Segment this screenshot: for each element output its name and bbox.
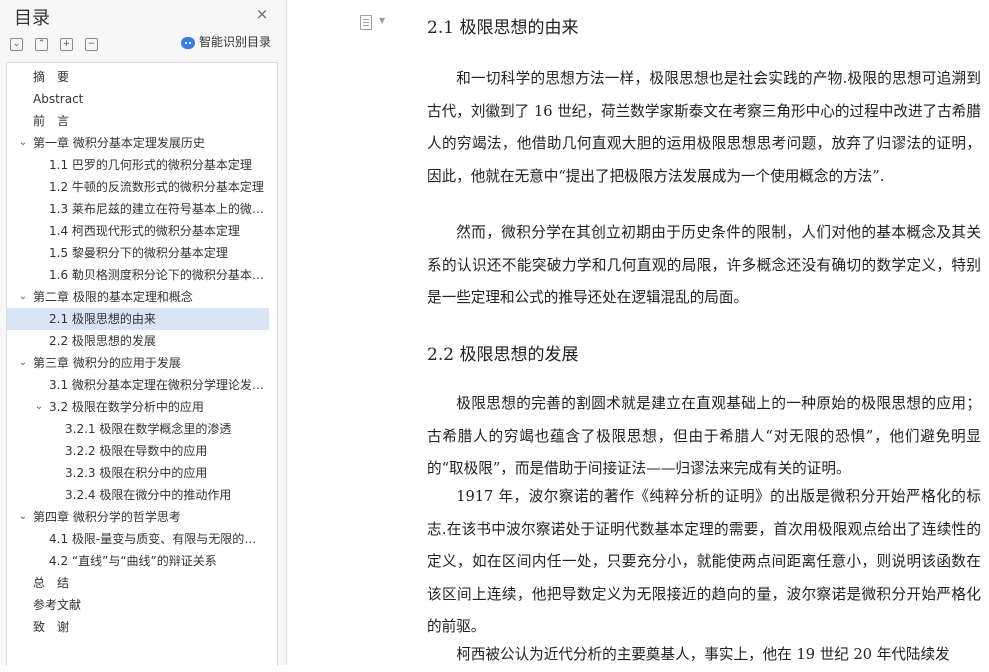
toc-toolbar: ⌄ ⌃ + − xyxy=(10,34,110,51)
toc-item-label: 1.4 柯西现代形式的微积分基本定理 xyxy=(49,224,240,238)
ai-robot-icon xyxy=(181,36,195,49)
toc-item[interactable]: Abstract xyxy=(7,88,269,110)
toc-item[interactable]: 1.6 勒贝格测度积分论下的微积分基本定理 xyxy=(7,264,269,286)
close-icon[interactable]: × xyxy=(254,6,270,22)
toc-item[interactable]: 1.1 巴罗的几何形式的微积分基本定理 xyxy=(7,154,269,176)
section-heading-2-1: 2.1 极限思想的由来 xyxy=(427,18,579,38)
chevron-down-icon[interactable]: ⌄ xyxy=(17,352,29,374)
toc-item-label: 前 言 xyxy=(33,114,70,128)
toc-item[interactable]: 摘 要 xyxy=(7,66,269,88)
toc-item[interactable]: 2.1 极限思想的由来 xyxy=(7,308,269,330)
toc-item-label: 2.1 极限思想的由来 xyxy=(49,312,156,326)
document-page: ▼ 2.1 极限思想的由来 和一切科学的思想方法一样，极限思想也是社会实践的产物… xyxy=(287,0,989,665)
toc-item-label: 1.5 黎曼积分下的微积分基本定理 xyxy=(49,246,228,260)
toc-item-label: 第四章 微积分学的哲学思考 xyxy=(33,510,181,524)
toc-item-label: Abstract xyxy=(33,92,84,106)
toc-item-label: 3.2.4 极限在微分中的推动作用 xyxy=(65,488,232,502)
section-heading-2-2: 2.2 极限思想的发展 xyxy=(427,345,579,365)
toc-item[interactable]: 3.2.3 极限在积分中的应用 xyxy=(7,462,269,484)
toc-item[interactable]: 致 谢 xyxy=(7,616,269,638)
chevron-down-icon[interactable]: ⌄ xyxy=(17,132,29,154)
toc-item-label: 4.1 极限-量变与质变、有限与无限的辩证统一 xyxy=(49,532,265,546)
toc-item-label: 2.2 极限思想的发展 xyxy=(49,334,156,348)
toc-pane: 目录 × ⌄ ⌃ + − 智能识别目录 摘 要 Abstract 前 言 ⌄ 第一章 微积分基… xyxy=(0,0,287,666)
toc-item[interactable]: ⌄ 第四章 微积分学的哲学思考 xyxy=(7,506,269,528)
chevron-down-icon[interactable]: ⌄ xyxy=(33,396,45,418)
toc-item[interactable]: ⌄ 第二章 极限的基本定理和概念 xyxy=(7,286,269,308)
toc-item-label: 1.1 巴罗的几何形式的微积分基本定理 xyxy=(49,158,252,172)
toc-item[interactable]: 4.2 “直线”与“曲线”的辩证关系 xyxy=(7,550,269,572)
toc-item[interactable]: 1.5 黎曼积分下的微积分基本定理 xyxy=(7,242,269,264)
toc-item[interactable]: 参考文献 xyxy=(7,594,269,616)
toc-item-label: 致 谢 xyxy=(33,620,70,634)
toc-item[interactable]: 4.1 极限-量变与质变、有限与无限的辩证统一 xyxy=(7,528,269,550)
chevron-down-icon[interactable]: ⌄ xyxy=(17,286,29,308)
toc-item[interactable]: 总 结 xyxy=(7,572,269,594)
toc-item-label: 3.1 微积分基本定理在微积分学理论发展中的应用 xyxy=(49,378,265,392)
toc-item[interactable]: ⌄ 第三章 微积分的应用于发展 xyxy=(7,352,269,374)
toc-item[interactable]: ⌄ 第一章 微积分基本定理发展历史 xyxy=(7,132,269,154)
toc-item-label: 3.2.1 极限在数学概念里的渗透 xyxy=(65,422,232,436)
toc-list: 摘 要 Abstract 前 言 ⌄ 第一章 微积分基本定理发展历史 1.1 巴罗的几何形… xyxy=(6,62,278,666)
toc-item[interactable]: 1.3 莱布尼兹的建立在符号基本上的微积分基本定理 xyxy=(7,198,269,220)
chevron-down-icon[interactable]: ▼ xyxy=(379,16,385,25)
toc-item-label: 3.2 极限在数学分析中的应用 xyxy=(49,400,204,414)
toc-item[interactable]: 前 言 xyxy=(7,110,269,132)
toc-item[interactable]: 1.2 牛顿的反流数形式的微积分基本定理 xyxy=(7,176,269,198)
paragraph: 1917 年，波尔察诺的著作《纯粹分析的证明》的出版是微积分开始严格化的标志.在… xyxy=(427,488,981,635)
toc-item-label: 4.2 “直线”与“曲线”的辩证关系 xyxy=(49,554,217,568)
toc-item[interactable]: 2.2 极限思想的发展 xyxy=(7,330,269,352)
chevron-down-icon[interactable]: ⌄ xyxy=(17,506,29,528)
smart-toc-button[interactable]: 智能识别目录 xyxy=(181,33,271,50)
toc-item-label: 1.2 牛顿的反流数形式的微积分基本定理 xyxy=(49,180,264,194)
remove-heading-icon[interactable]: − xyxy=(85,38,98,51)
toc-item-label: 1.6 勒贝格测度积分论下的微积分基本定理 xyxy=(49,268,265,282)
toc-item[interactable]: 3.2.4 极限在微分中的推动作用 xyxy=(7,484,269,506)
toc-item-label: 3.2.3 极限在积分中的应用 xyxy=(65,466,208,480)
toc-item-label: 1.3 莱布尼兹的建立在符号基本上的微积分基本定理 xyxy=(49,202,265,216)
toc-item-label: 总 结 xyxy=(33,576,70,590)
toc-item[interactable]: 3.1 微积分基本定理在微积分学理论发展中的应用 xyxy=(7,374,269,396)
toc-item[interactable]: 3.2.2 极限在导数中的应用 xyxy=(7,440,269,462)
paragraph-icon[interactable] xyxy=(360,15,372,30)
paragraph: 极限思想的完善的割圆术就是建立在直观基础上的一种原始的极限思想的应用；古希腊人的… xyxy=(427,395,981,477)
toc-item[interactable]: ⌄ 3.2 极限在数学分析中的应用 xyxy=(7,396,269,418)
add-heading-icon[interactable]: + xyxy=(60,38,73,51)
toc-item-label: 摘 要 xyxy=(33,70,70,84)
toc-item[interactable]: 3.2.1 极限在数学概念里的渗透 xyxy=(7,418,269,440)
toc-item-label: 3.2.2 极限在导数中的应用 xyxy=(65,444,208,458)
collapse-all-icon[interactable]: ⌄ xyxy=(10,38,23,51)
paragraph: 然而，微积分学在其创立初期由于历史条件的限制，人们对他的基本概念及其关系的认识还… xyxy=(427,224,981,306)
smart-toc-label: 智能识别目录 xyxy=(199,35,272,49)
expand-up-icon[interactable]: ⌃ xyxy=(35,38,48,51)
paragraph: 柯西被公认为近代分析的主要奠基人，事实上，他在 19 世纪 20 年代陆续发 xyxy=(456,646,950,663)
toc-item[interactable]: 1.4 柯西现代形式的微积分基本定理 xyxy=(7,220,269,242)
toc-title: 目录 xyxy=(14,8,50,29)
paragraph: 和一切科学的思想方法一样，极限思想也是社会实践的产物.极限的思想可追溯到古代，刘… xyxy=(427,70,981,185)
toc-item-label: 第二章 极限的基本定理和概念 xyxy=(33,290,193,304)
toc-item-label: 第一章 微积分基本定理发展历史 xyxy=(33,136,205,150)
toc-item-label: 参考文献 xyxy=(33,598,82,612)
toc-item-label: 第三章 微积分的应用于发展 xyxy=(33,356,181,370)
